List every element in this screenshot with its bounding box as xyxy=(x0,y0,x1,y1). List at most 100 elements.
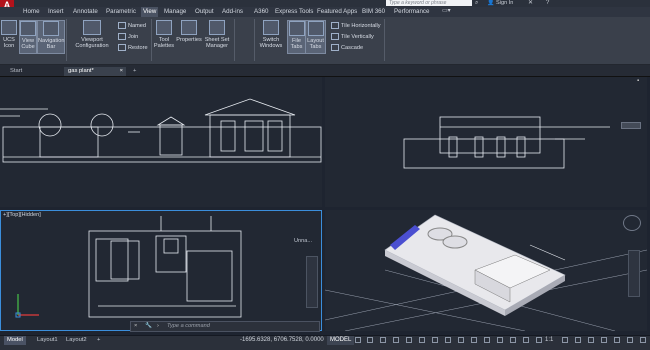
file-tabs-label: File Tabs xyxy=(290,38,303,50)
join-button[interactable]: Join xyxy=(118,33,138,41)
viewport-front-elevation[interactable] xyxy=(0,77,322,207)
viewport-grid-icon xyxy=(83,20,101,35)
ribbon-tab-annotate[interactable]: Annotate xyxy=(73,7,98,17)
viewport-side-elevation[interactable]: ▪ xyxy=(325,77,647,207)
tile-vertically-icon xyxy=(331,33,339,40)
lineweight-icon[interactable] xyxy=(445,337,451,343)
layout-tabs-button[interactable]: Layout Tabs xyxy=(305,20,326,54)
customize-icon[interactable]: 🔧 xyxy=(145,322,152,331)
navigation-bar-button[interactable]: Navigation Bar xyxy=(37,20,65,54)
workspace-gear-icon[interactable] xyxy=(562,337,568,343)
sign-in-button[interactable]: Sign In xyxy=(496,0,513,7)
search-input[interactable]: Type a keyword or phrase xyxy=(386,0,472,6)
ribbon-tab-performance[interactable]: Performance xyxy=(394,7,429,17)
tab-model[interactable]: Model xyxy=(4,336,26,345)
ribbon-tab-view[interactable]: View xyxy=(141,7,159,17)
file-tabs-button[interactable]: File Tabs xyxy=(287,20,306,54)
close-icon[interactable]: × xyxy=(120,67,123,76)
ucs-icon-button[interactable]: UCS Icon xyxy=(1,20,17,49)
viewport-configuration-button[interactable]: Viewport Configuration xyxy=(70,20,114,49)
tab-gas-plant[interactable]: gas plant* × xyxy=(64,67,126,76)
restore-button[interactable]: Restore xyxy=(118,44,148,52)
tab-layout2[interactable]: Layout2 xyxy=(63,336,90,345)
divider xyxy=(384,19,385,61)
file-tabs-icon xyxy=(288,21,305,36)
drawing-side-elevation xyxy=(403,116,610,169)
named-button[interactable]: Named xyxy=(118,22,146,30)
transparency-icon[interactable] xyxy=(458,337,464,343)
switch-windows-button[interactable]: Switch Windows xyxy=(257,20,285,49)
divider xyxy=(234,19,235,61)
layout-tabs-icon xyxy=(307,21,324,36)
ribbon-tab-add-ins[interactable]: Add-ins xyxy=(222,7,243,17)
named-view-label[interactable]: Unna... xyxy=(294,238,312,244)
navigation-bar[interactable] xyxy=(628,250,640,297)
quick-properties-icon[interactable] xyxy=(601,337,607,343)
properties-icon xyxy=(181,20,197,35)
ribbon-tab-output[interactable]: Output xyxy=(195,7,214,17)
tool-palettes-label: Tool Palettes xyxy=(153,37,175,49)
grid-icon[interactable] xyxy=(355,337,361,343)
selection-filter-icon[interactable] xyxy=(510,337,516,343)
isodraft-icon[interactable] xyxy=(406,337,412,343)
tile-horizontally-button[interactable]: Tile Horizontally xyxy=(331,22,381,30)
viewport-top-view[interactable]: +][Top][Hidden] Unna... xyxy=(0,210,322,331)
osnap-icon[interactable] xyxy=(432,337,438,343)
tab-layout1[interactable]: Layout1 xyxy=(34,336,61,345)
snap-icon[interactable] xyxy=(367,337,373,343)
sheet-set-manager-button[interactable]: Sheet Set Manager xyxy=(203,20,231,49)
viewcube[interactable] xyxy=(623,215,641,231)
ribbon-tab-parametric[interactable]: Parametric xyxy=(106,7,136,17)
command-prompt-icon: › xyxy=(157,323,159,329)
3d-osnap-icon[interactable] xyxy=(484,337,490,343)
tile-vertically-button[interactable]: Tile Vertically xyxy=(331,33,374,41)
navigation-bar-icon xyxy=(43,21,59,36)
ribbon-tab-express-tools[interactable]: Express Tools xyxy=(275,7,313,17)
command-input[interactable]: Type a command xyxy=(167,323,210,329)
ribbon-minimize-icon[interactable]: ▭▾ xyxy=(442,8,451,15)
annotation-scale[interactable]: 1:1 xyxy=(545,336,553,345)
maximize-icon[interactable]: ▪ xyxy=(637,78,639,84)
viewport-3d-view[interactable] xyxy=(325,210,647,331)
close-icon[interactable]: × xyxy=(134,322,137,331)
properties-label: Properties xyxy=(176,37,202,43)
exchange-icon[interactable]: ✕ xyxy=(528,0,533,7)
ribbon-tab-insert[interactable]: Insert xyxy=(48,7,63,17)
cascade-button[interactable]: Cascade xyxy=(331,44,363,52)
ribbon-tab-manage[interactable]: Manage xyxy=(164,7,186,17)
join-icon xyxy=(118,33,126,40)
gizmo-icon[interactable] xyxy=(523,337,529,343)
isolate-objects-icon[interactable] xyxy=(627,337,633,343)
new-tab-button[interactable]: + xyxy=(129,67,141,76)
ribbon-tab-home[interactable]: Home xyxy=(23,7,40,17)
drawing-front-elevation xyxy=(0,98,322,163)
plus-icon[interactable] xyxy=(575,337,581,343)
view-cube-button[interactable]: View Cube xyxy=(19,20,37,54)
selection-cycling-icon[interactable] xyxy=(471,337,477,343)
ortho-icon[interactable] xyxy=(380,337,386,343)
customization-menu-icon[interactable] xyxy=(640,337,646,343)
units-icon[interactable] xyxy=(588,337,594,343)
search-icon[interactable]: ⌕ xyxy=(475,0,478,7)
lock-ui-icon[interactable] xyxy=(614,337,620,343)
tile-horizontally-label: Tile Horizontally xyxy=(341,22,381,29)
annotation-visibility-icon[interactable] xyxy=(536,337,542,343)
ribbon-tab-a360[interactable]: A360 xyxy=(254,7,268,17)
polar-icon[interactable] xyxy=(393,337,399,343)
user-icon[interactable]: 👤 xyxy=(487,0,494,7)
help-icon[interactable]: ? xyxy=(546,0,549,7)
dynamic-ucs-icon[interactable] xyxy=(497,337,503,343)
properties-button[interactable]: Properties xyxy=(175,20,203,43)
switch-windows-icon xyxy=(263,20,279,35)
command-line[interactable]: × 🔧 › Type a command xyxy=(130,321,320,332)
tab-start[interactable]: Start xyxy=(6,67,62,76)
navigation-bar[interactable] xyxy=(306,256,318,308)
ribbon-tab-bim-360[interactable]: BIM 360 xyxy=(362,7,385,17)
osnap-tracking-icon[interactable] xyxy=(419,337,425,343)
viewcube-toolbar[interactable] xyxy=(621,122,641,129)
tool-palettes-button[interactable]: Tool Palettes xyxy=(153,20,175,49)
ribbon-tab-featured-apps[interactable]: Featured Apps xyxy=(317,7,357,17)
title-bar xyxy=(0,0,650,7)
add-layout-button[interactable]: + xyxy=(94,336,103,345)
model-space-button[interactable]: MODEL xyxy=(327,336,355,345)
